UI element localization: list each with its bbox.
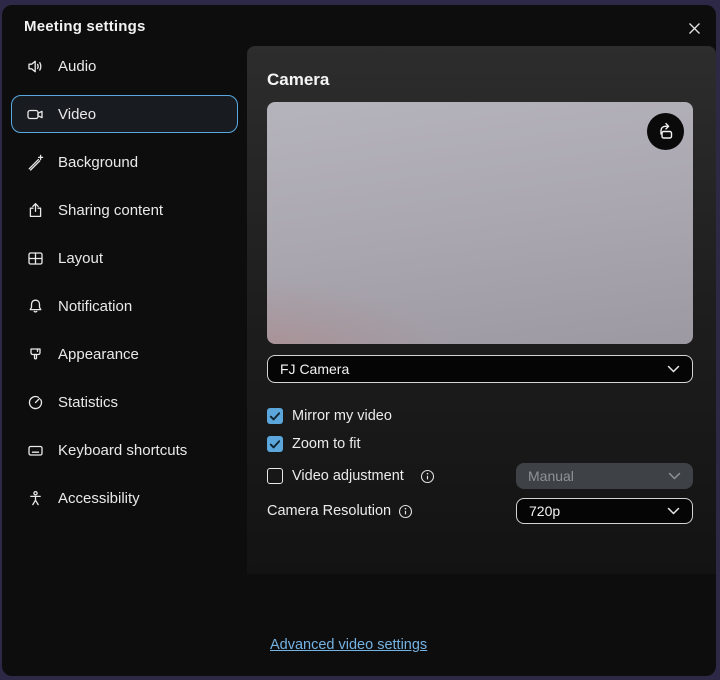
sidebar-item-background[interactable]: Background [11, 143, 238, 181]
toggle-list: Mirror my video Zoom to fit [267, 405, 693, 455]
close-icon [687, 21, 702, 36]
sidebar-item-label: Background [58, 154, 138, 171]
page-title: Camera [267, 70, 693, 90]
video-adjustment-row: Video adjustment Manual [267, 463, 693, 489]
pie-chart-icon [26, 393, 45, 412]
sidebar-item-label: Sharing content [58, 202, 163, 219]
chevron-down-icon [667, 365, 680, 373]
camera-resolution-label: Camera Resolution [267, 503, 391, 519]
camera-device-value: FJ Camera [280, 361, 349, 377]
bell-icon [26, 297, 45, 316]
sidebar-item-label: Video [58, 106, 96, 123]
video-settings-panel: Camera FJ Camera Mirror my vide [247, 46, 716, 574]
video-camera-icon [26, 105, 45, 124]
sidebar-item-label: Audio [58, 58, 96, 75]
checkbox-mirror-my-video[interactable] [267, 408, 283, 424]
chevron-down-icon [668, 472, 681, 480]
flip-camera-button[interactable] [647, 113, 684, 150]
sidebar-item-statistics[interactable]: Statistics [11, 383, 238, 421]
toggle-row: Mirror my video [267, 405, 693, 427]
speaker-icon [26, 57, 45, 76]
sidebar: Audio Video Background Sharing content L… [2, 47, 247, 527]
sidebar-item-label: Layout [58, 250, 103, 267]
sidebar-item-label: Statistics [58, 394, 118, 411]
sidebar-item-appearance[interactable]: Appearance [11, 335, 238, 373]
sidebar-item-label: Keyboard shortcuts [58, 442, 187, 459]
sidebar-item-sharing-content[interactable]: Sharing content [11, 191, 238, 229]
camera-device-select[interactable]: FJ Camera [267, 355, 693, 383]
chevron-down-icon [667, 507, 680, 515]
paintbrush-icon [26, 345, 45, 364]
checkbox-zoom-to-fit[interactable] [267, 436, 283, 452]
close-button[interactable] [682, 16, 706, 40]
camera-resolution-select[interactable]: 720p [516, 498, 693, 524]
sidebar-item-label: Accessibility [58, 490, 140, 507]
camera-resolution-row: Camera Resolution 720p [267, 498, 693, 524]
toggle-label: Zoom to fit [292, 436, 361, 452]
camera-preview [267, 102, 693, 344]
info-icon[interactable] [398, 504, 413, 519]
advanced-video-settings-link[interactable]: Advanced video settings [270, 637, 427, 653]
keyboard-icon [26, 441, 45, 460]
sidebar-item-label: Notification [58, 298, 132, 315]
info-icon[interactable] [420, 469, 435, 484]
sidebar-item-keyboard-shortcuts[interactable]: Keyboard shortcuts [11, 431, 238, 469]
flip-camera-icon [655, 121, 676, 142]
sidebar-item-video[interactable]: Video [11, 95, 238, 133]
sidebar-item-accessibility[interactable]: Accessibility [11, 479, 238, 517]
toggle-row: Zoom to fit [267, 433, 693, 455]
checkbox-video-adjustment[interactable] [267, 468, 283, 484]
sidebar-item-audio[interactable]: Audio [11, 47, 238, 85]
camera-resolution-select-value: 720p [529, 503, 560, 519]
toggle-label: Mirror my video [292, 408, 392, 424]
video-adjustment-label: Video adjustment [292, 468, 404, 484]
sidebar-item-notification[interactable]: Notification [11, 287, 238, 325]
dialog-title: Meeting settings [24, 18, 146, 35]
video-adjustment-select: Manual [516, 463, 693, 489]
share-icon [26, 201, 45, 220]
sidebar-item-layout[interactable]: Layout [11, 239, 238, 277]
magic-wand-icon [26, 153, 45, 172]
video-adjustment-select-value: Manual [528, 468, 574, 484]
sidebar-item-label: Appearance [58, 346, 139, 363]
accessibility-icon [26, 489, 45, 508]
meeting-settings-dialog: Meeting settings Audio Video Background … [2, 5, 716, 676]
layout-grid-icon [26, 249, 45, 268]
